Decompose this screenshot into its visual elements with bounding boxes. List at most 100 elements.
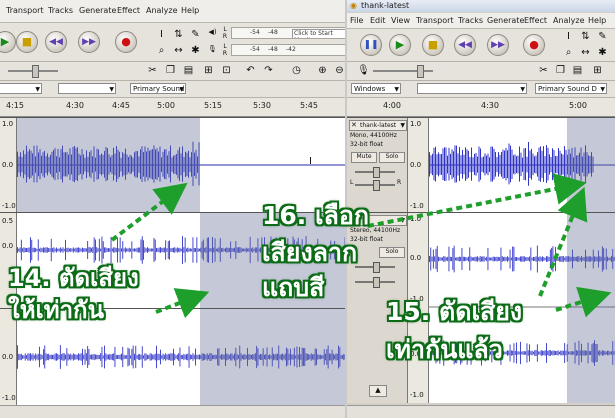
y-label: 1.0 xyxy=(410,215,422,223)
monitor-prompt[interactable]: Click to Start Monit xyxy=(292,29,345,38)
trim-icon[interactable]: ⊞ xyxy=(591,64,604,77)
sync-lock-icon[interactable]: ◷ xyxy=(290,64,303,77)
selection-region[interactable] xyxy=(567,213,615,403)
track-name-button[interactable]: ✕ thank-latest ▼ xyxy=(349,120,407,131)
host-dropdown[interactable]: ▼ xyxy=(0,83,42,94)
gain-slider-thumb[interactable] xyxy=(373,262,380,273)
host-dropdown[interactable]: Windows ▼ xyxy=(351,83,401,94)
pan-slider-thumb[interactable] xyxy=(373,180,380,191)
paste-icon[interactable]: ▤ xyxy=(182,64,195,77)
selection-region[interactable] xyxy=(17,118,200,212)
solo-button[interactable]: Solo xyxy=(379,152,405,163)
ruler-tick: 4:15 xyxy=(6,101,24,110)
pan-slider-thumb[interactable] xyxy=(373,277,380,288)
transport-toolbar: ❚❚ ▶ ■ ◀◀ ▶▶ ● I ⇅ ✎ ⌕ ↔ ✱ xyxy=(347,29,615,62)
paste-icon[interactable]: ▤ xyxy=(571,64,584,77)
multi-tool-icon[interactable]: ✱ xyxy=(189,44,202,57)
cut-icon[interactable]: ✂ xyxy=(146,64,159,77)
selection-region[interactable] xyxy=(567,118,615,212)
mute-button[interactable]: Mute xyxy=(351,152,377,163)
menu-transport[interactable]: Transport xyxy=(416,16,454,25)
copy-icon[interactable]: ❐ xyxy=(164,64,177,77)
output-dropdown[interactable]: ▼ xyxy=(58,83,116,94)
envelope-tool-icon[interactable]: ⇅ xyxy=(172,28,185,41)
record-button[interactable]: ● xyxy=(115,31,137,53)
mixer-edit-toolbar: 🎙 ✂ ❐ ▤ ⊞ xyxy=(347,62,615,81)
audio-track[interactable]: ✕ thank-latest ▼ Mono, 44100Hz 32-bit fl… xyxy=(347,117,615,212)
timeshift-tool-icon[interactable]: ↔ xyxy=(579,46,592,59)
horizontal-scrollbar[interactable] xyxy=(0,405,345,418)
playback-meter[interactable]: -54 -48 Click to Start Monit xyxy=(231,27,345,39)
play-button[interactable]: ▶ xyxy=(389,34,411,56)
menu-help[interactable]: Help xyxy=(588,16,606,25)
stop-button[interactable]: ■ xyxy=(422,34,444,56)
solo-button[interactable]: Solo xyxy=(379,247,405,258)
menu-help[interactable]: Help xyxy=(181,6,199,15)
waveform-area[interactable] xyxy=(429,118,615,212)
collapse-track-button[interactable]: ▲ xyxy=(369,385,387,397)
record-meter[interactable]: -54 -48 -42 xyxy=(231,44,345,56)
menu-bar: Transport Tracks Generate Effect Analyze… xyxy=(0,0,345,23)
volume-slider-thumb[interactable] xyxy=(32,65,39,78)
pan-left-label: L xyxy=(350,179,354,186)
skip-start-button[interactable]: ◀◀ xyxy=(45,31,67,53)
stop-button[interactable]: ■ xyxy=(16,31,38,53)
zoom-in-icon[interactable]: ⊕ xyxy=(316,64,329,77)
selection-region[interactable] xyxy=(200,309,345,405)
ruler-tick: 5:00 xyxy=(157,101,175,110)
skip-start-icon: ◀◀ xyxy=(49,37,63,47)
menu-transport[interactable]: Transport xyxy=(6,6,44,15)
horizontal-scrollbar[interactable] xyxy=(347,405,615,418)
caption-step-14-line2: ให้เท่ากัน xyxy=(8,296,104,324)
timeshift-tool-icon[interactable]: ↔ xyxy=(172,44,185,57)
zoom-tool-icon[interactable]: ⌕ xyxy=(155,44,168,57)
menu-tracks[interactable]: Tracks xyxy=(458,16,483,25)
skip-end-button[interactable]: ▶▶ xyxy=(78,31,100,53)
menu-analyze[interactable]: Analyze xyxy=(553,16,585,25)
menu-view[interactable]: View xyxy=(391,16,410,25)
gain-slider-thumb[interactable] xyxy=(373,167,380,178)
menu-edit[interactable]: Edit xyxy=(370,16,386,25)
zoom-out-icon[interactable]: ⊖ xyxy=(333,64,345,77)
draw-tool-icon[interactable]: ✎ xyxy=(596,30,609,43)
timeline-ruler[interactable]: 4:15 4:30 4:45 5:00 5:15 5:30 5:45 xyxy=(0,98,345,117)
menu-effect[interactable]: Effect xyxy=(117,6,140,15)
selection-tool-icon[interactable]: I xyxy=(562,30,575,43)
selection-tool-icon[interactable]: I xyxy=(155,28,168,41)
menu-generate[interactable]: Generate xyxy=(79,6,116,15)
menu-generate[interactable]: Generate xyxy=(487,16,524,25)
envelope-tool-icon[interactable]: ⇅ xyxy=(579,30,592,43)
menu-file[interactable]: File xyxy=(350,16,363,25)
y-label: -1.0 xyxy=(410,202,424,210)
pause-button[interactable]: ❚❚ xyxy=(360,34,382,56)
menu-analyze[interactable]: Analyze xyxy=(146,6,178,15)
text-cursor-icon: I xyxy=(309,156,312,167)
menu-tracks[interactable]: Tracks xyxy=(48,6,73,15)
meter-r-label: R xyxy=(222,50,228,57)
input-device-dropdown[interactable]: Primary Sound D▼ xyxy=(130,83,186,94)
trim-icon[interactable]: ⊞ xyxy=(202,64,215,77)
silence-icon[interactable]: ⊡ xyxy=(220,64,233,77)
timeline-ruler[interactable]: 4:00 4:30 5:00 xyxy=(347,98,615,117)
track-format: 32-bit float xyxy=(350,141,384,148)
play-button[interactable]: ▶ xyxy=(0,31,16,53)
cut-icon[interactable]: ✂ xyxy=(537,64,550,77)
skip-end-button[interactable]: ▶▶ xyxy=(487,34,509,56)
menu-effect[interactable]: Effect xyxy=(524,16,547,25)
record-icon: ● xyxy=(121,35,131,48)
undo-icon[interactable]: ↶ xyxy=(244,64,257,77)
meter-tick: -54 xyxy=(250,46,260,53)
zoom-tool-icon[interactable]: ⌕ xyxy=(562,46,575,59)
input-volume-thumb[interactable] xyxy=(417,65,424,78)
redo-icon[interactable]: ↷ xyxy=(262,64,275,77)
output-dropdown[interactable]: ▼ xyxy=(417,83,527,94)
skip-start-button[interactable]: ◀◀ xyxy=(454,34,476,56)
copy-icon[interactable]: ❐ xyxy=(554,64,567,77)
input-device-dropdown[interactable]: Primary Sound D▼ xyxy=(535,83,607,94)
close-icon[interactable]: ✕ xyxy=(351,121,357,129)
multi-tool-icon[interactable]: ✱ xyxy=(596,46,609,59)
input-volume-track[interactable] xyxy=(373,70,433,72)
skip-start-icon: ◀◀ xyxy=(458,40,472,50)
draw-tool-icon[interactable]: ✎ xyxy=(189,28,202,41)
record-button[interactable]: ● xyxy=(523,34,545,56)
